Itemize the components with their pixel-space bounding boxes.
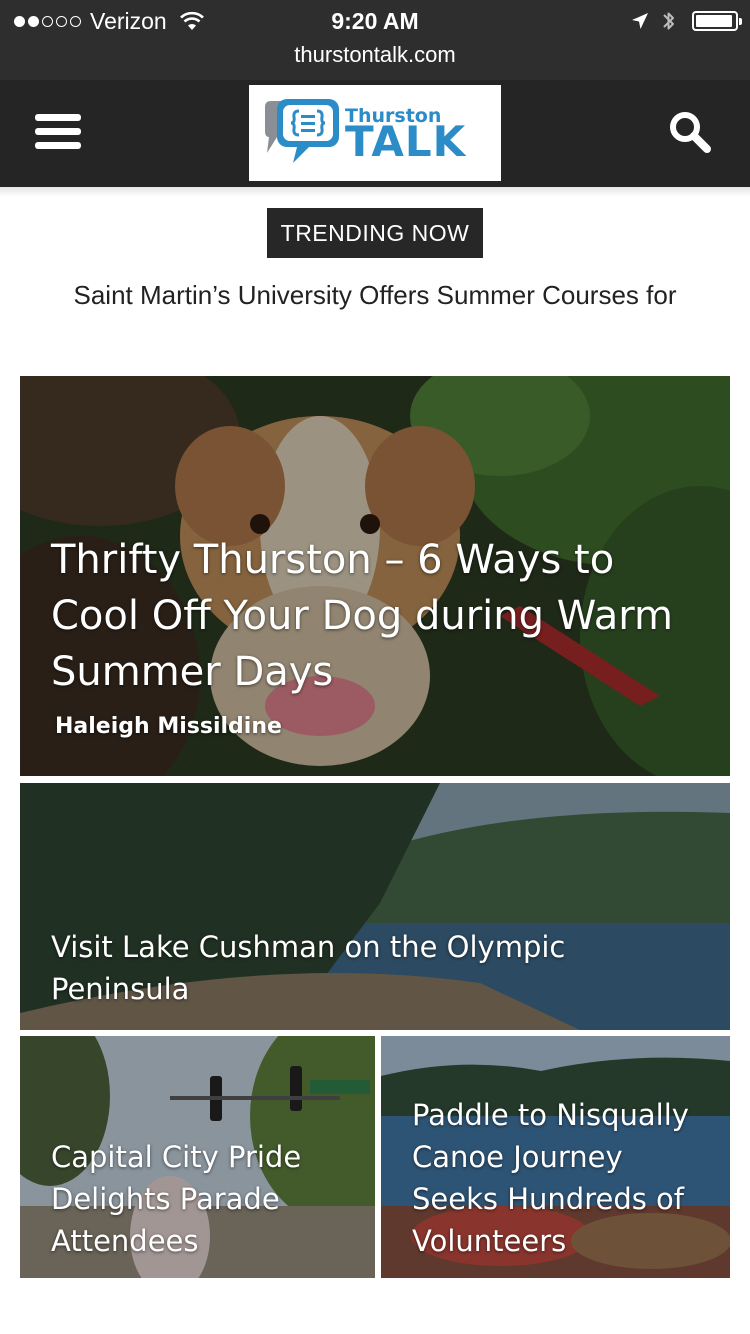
article-author[interactable]: Haleigh Missildine	[55, 714, 282, 739]
menu-bar	[35, 128, 81, 135]
battery-icon	[692, 11, 742, 31]
article-title[interactable]: Capital City Pride Delights Parade Atten…	[51, 1136, 351, 1262]
search-icon[interactable]	[668, 110, 712, 154]
featured-article-card[interactable]: Thrifty Thurston – 6 Ways to Cool Off Yo…	[20, 376, 730, 776]
logo-text-talk: TALK	[345, 117, 467, 166]
site-logo[interactable]: Thurston TALK	[249, 85, 501, 181]
article-title[interactable]: Paddle to Nisqually Canoe Journey Seeks …	[412, 1094, 712, 1262]
speech-bubble-logo-icon	[265, 99, 339, 163]
menu-bar	[35, 114, 81, 121]
status-bar: Verizon 9:20 AM thurstontalk.com	[0, 0, 750, 80]
trending-headline-link[interactable]: Saint Martin’s University Offers Summer …	[0, 278, 750, 312]
bluetooth-icon	[663, 12, 674, 30]
article-title[interactable]: Visit Lake Cushman on the Olympic Penins…	[51, 926, 711, 1010]
site-header: Thurston TALK	[0, 80, 750, 187]
hamburger-menu-icon[interactable]	[35, 114, 81, 152]
battery-level-fill	[696, 15, 732, 27]
menu-bar	[35, 142, 81, 149]
article-title[interactable]: Thrifty Thurston – 6 Ways to Cool Off Yo…	[51, 532, 701, 700]
battery-nub	[739, 18, 742, 25]
location-arrow-icon	[632, 13, 648, 29]
header-shadow	[0, 187, 750, 197]
article-card[interactable]: Paddle to Nisqually Canoe Journey Seeks …	[381, 1036, 730, 1278]
article-card[interactable]: Visit Lake Cushman on the Olympic Penins…	[20, 783, 730, 1030]
article-card[interactable]: Capital City Pride Delights Parade Atten…	[20, 1036, 375, 1278]
trending-now-badge: TRENDING NOW	[267, 208, 483, 258]
browser-url[interactable]: thurstontalk.com	[0, 41, 750, 69]
status-bar-right	[630, 6, 742, 36]
